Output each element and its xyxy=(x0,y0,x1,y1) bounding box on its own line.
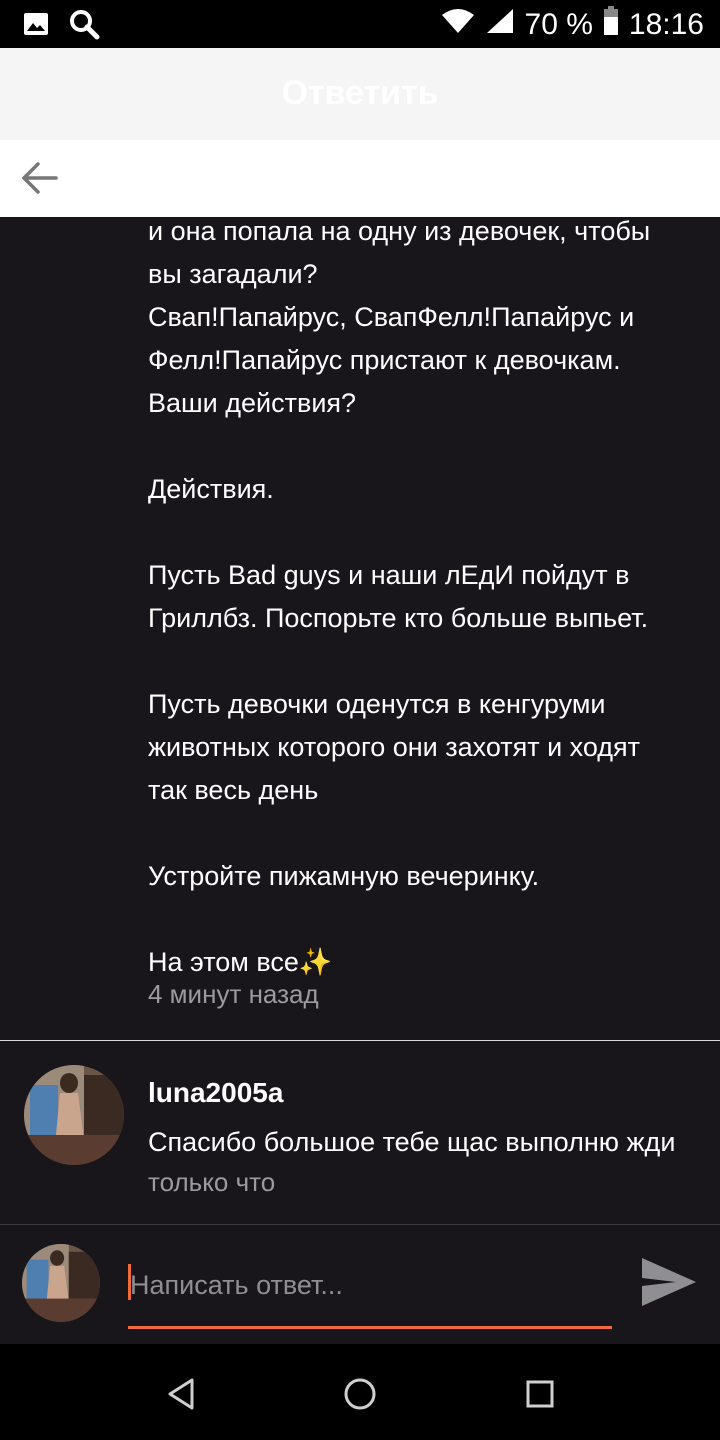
send-icon xyxy=(642,1258,696,1306)
reply-text: Спасибо большое тебе щас выполню жди xyxy=(148,1127,676,1157)
search-icon xyxy=(68,8,100,45)
back-button[interactable] xyxy=(18,158,62,198)
divider xyxy=(0,1224,720,1225)
gallery-icon xyxy=(22,10,50,43)
send-button[interactable] xyxy=(640,1254,698,1310)
nav-bar xyxy=(0,140,720,217)
arrow-left-icon xyxy=(22,162,58,194)
triangle-back-icon xyxy=(168,1378,194,1410)
battery-icon xyxy=(603,6,619,44)
signal-icon xyxy=(485,7,515,43)
wifi-icon xyxy=(441,7,475,43)
post-timestamp: 4 минут назад xyxy=(148,979,319,1009)
page-title: Ответить xyxy=(281,74,439,112)
reply-item[interactable]: luna2005a Спасибо большое тебе щас выпол… xyxy=(0,1041,720,1225)
square-recents-icon xyxy=(526,1380,554,1408)
reply-input[interactable]: Написать ответ... xyxy=(128,1260,612,1329)
battery-percent: 70 % xyxy=(524,8,593,41)
nav-home-button[interactable] xyxy=(340,1374,380,1414)
clock: 18:16 xyxy=(628,8,704,41)
status-bar: 70 % 18:16 xyxy=(0,0,720,48)
thread-content: и она попала на одну из девочек, чтобы в… xyxy=(0,217,720,1344)
avatar[interactable] xyxy=(22,1244,100,1322)
title-bar: Ответить xyxy=(0,48,720,140)
reply-username[interactable]: luna2005a xyxy=(148,1077,283,1109)
system-nav-bar xyxy=(0,1344,720,1440)
avatar[interactable] xyxy=(24,1065,124,1165)
nav-back-button[interactable] xyxy=(162,1374,202,1414)
circle-home-icon xyxy=(344,1378,376,1410)
nav-recents-button[interactable] xyxy=(520,1374,560,1414)
reply-input-placeholder: Написать ответ... xyxy=(130,1270,343,1300)
reply-timestamp: только что xyxy=(148,1167,276,1197)
reply-composer: Написать ответ... xyxy=(0,1226,720,1344)
post-text: и она попала на одну из девочек, чтобы в… xyxy=(148,217,651,977)
